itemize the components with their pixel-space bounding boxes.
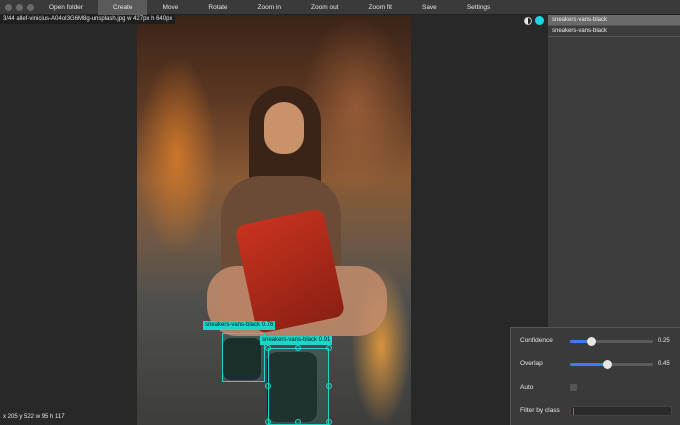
bounding-box-selected[interactable] [268,348,329,425]
confidence-label: Confidence [520,337,553,344]
bounding-box-label: sneakers-vans-black 0.91 [260,336,333,345]
save-button[interactable]: Save [407,0,452,15]
overlap-slider-handle[interactable] [603,360,613,369]
filter-by-class-label: Filter by class [520,407,560,414]
open-folder-button[interactable]: Open folder [34,0,98,15]
overlap-slider[interactable] [570,360,653,369]
contrast-icon[interactable] [524,16,532,25]
bounding-box-label: sneakers-vans-black 0.76 [203,321,276,330]
cursor-readout: x 205 y 522 w 95 h 117 [3,414,65,420]
resize-handle[interactable] [265,383,271,389]
resize-handle[interactable] [265,345,271,351]
detection-settings-panel: Confidence 0.25 Overlap 0.45 Auto Filter… [510,327,680,425]
resize-handle[interactable] [295,419,301,425]
class-color-icon[interactable] [535,16,544,25]
settings-button[interactable]: Settings [452,0,506,15]
resize-handle[interactable] [326,345,332,351]
minimize-window-button[interactable] [16,4,23,11]
zoom-fit-button[interactable]: Zoom fit [354,0,407,15]
text-caret [573,408,574,415]
class-list-item[interactable]: sneakers-vans-black [548,15,680,26]
resize-handle[interactable] [326,419,332,425]
rotate-button[interactable]: Rotate [193,0,242,15]
zoom-out-button[interactable]: Zoom out [296,0,353,15]
overlap-fill [570,363,608,366]
auto-checkbox[interactable] [570,384,577,391]
window-controls [5,4,34,11]
auto-label: Auto [520,384,534,391]
close-window-button[interactable] [5,4,12,11]
resize-handle[interactable] [265,419,271,425]
confidence-value: 0.25 [658,338,670,344]
resize-handle[interactable] [326,383,332,389]
image-title: 3/44 allef-vinicius-A04oI3G6M8g-unsplash… [0,15,176,24]
resize-handle[interactable] [295,345,301,351]
photo-light [137,56,217,256]
zoom-window-button[interactable] [27,4,34,11]
toolbar-menu: Open folder Create Move Rotate Zoom in Z… [34,0,505,15]
confidence-slider[interactable] [570,337,653,346]
filter-by-class-input[interactable] [570,406,672,416]
move-button[interactable]: Move [147,0,193,15]
zoom-in-button[interactable]: Zoom in [243,0,296,15]
bounding-box[interactable] [222,333,265,382]
overlap-value: 0.45 [658,361,670,367]
overlap-label: Overlap [520,360,543,367]
class-list-item[interactable]: sneakers-vans-black [548,26,680,37]
toolbar: Open folder Create Move Rotate Zoom in Z… [0,0,680,15]
create-button[interactable]: Create [97,0,148,15]
confidence-slider-handle[interactable] [586,337,596,346]
class-list: sneakers-vans-black sneakers-vans-black [548,15,680,37]
sidebar-tools [524,16,544,25]
photo-face [264,102,304,154]
